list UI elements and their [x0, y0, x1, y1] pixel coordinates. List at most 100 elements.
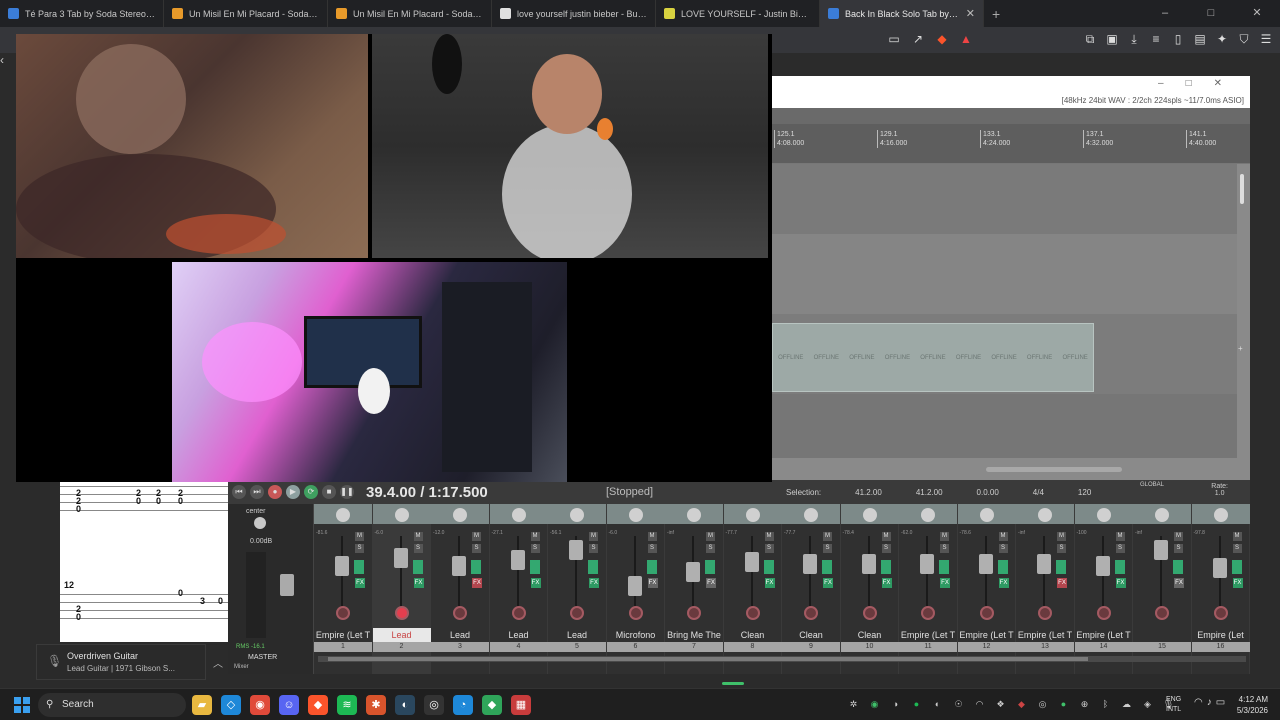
pan-knob[interactable]	[1155, 508, 1169, 522]
track-name[interactable]: Lead	[372, 628, 431, 642]
brave-icon[interactable]: ◆	[308, 695, 328, 715]
record-arm-button[interactable]	[1155, 606, 1169, 620]
master-pan-knob[interactable]	[254, 517, 266, 529]
mixer-scrollbar[interactable]	[318, 656, 1246, 662]
share-icon[interactable]: ↗	[910, 31, 926, 47]
browser-tab[interactable]: Back In Black Solo Tab by AC/DC ✕	[820, 0, 984, 27]
bpm[interactable]: 120	[1078, 488, 1091, 497]
channel-strip[interactable]: -62.0 M S FX Empire (Let T 11	[899, 504, 958, 674]
track-name[interactable]: Clean	[782, 628, 840, 642]
leo-icon[interactable]: ✦	[1214, 31, 1230, 47]
mute-button[interactable]: M	[355, 532, 364, 541]
mute-button[interactable]: M	[1232, 532, 1242, 541]
fx-button[interactable]: FX	[706, 578, 716, 588]
volume-fader[interactable]	[393, 548, 408, 568]
repeat-button[interactable]: ⟳	[304, 485, 318, 499]
windows-start-button[interactable]	[14, 697, 30, 713]
track-name[interactable]: Empire (Let	[1192, 628, 1250, 642]
channel-strip[interactable]: -6.0 M S FX Lead 2	[372, 504, 431, 674]
spotify-tray-icon[interactable]: ●	[909, 697, 924, 712]
mute-button[interactable]: M	[940, 532, 949, 541]
record-arm-button[interactable]	[570, 606, 584, 620]
volume-fader[interactable]	[569, 540, 583, 560]
mute-button[interactable]: M	[1115, 532, 1125, 541]
channel-strip[interactable]: -6.0 M S FX Microfono 6	[606, 504, 665, 674]
reader-icon[interactable]: ▭	[886, 31, 902, 47]
fx-button[interactable]: FX	[940, 578, 950, 588]
fx-button[interactable]: FX	[998, 578, 1009, 588]
mute-button[interactable]: M	[1057, 532, 1066, 541]
volume-fader[interactable]	[452, 556, 466, 576]
solo-button[interactable]: S	[1174, 544, 1183, 553]
whatsapp-icon[interactable]: ◉	[867, 697, 882, 712]
tray-app-icon[interactable]: ◆	[1014, 697, 1029, 712]
pause-button[interactable]: ❚❚	[340, 485, 354, 499]
steam-icon[interactable]: ◐	[395, 695, 415, 715]
tray-app-icon[interactable]: ⊕	[1077, 697, 1092, 712]
solo-button[interactable]: S	[647, 544, 657, 553]
app-icon[interactable]: ✱	[366, 695, 386, 715]
record-arm-button[interactable]	[336, 606, 350, 620]
cloud-icon[interactable]: ☁	[1119, 697, 1134, 712]
volume-fader[interactable]	[861, 554, 876, 574]
fx-button[interactable]: FX	[647, 578, 658, 588]
pan-knob[interactable]	[687, 508, 701, 522]
extensions-icon[interactable]: ⧉	[1082, 31, 1098, 47]
language-indicator[interactable]: ENG INTL	[1166, 695, 1181, 715]
tray-app-icon[interactable]: ◎	[1035, 697, 1050, 712]
volume-fader[interactable]	[1154, 540, 1168, 560]
minimize-button[interactable]: –	[1142, 0, 1188, 27]
tray-app-icon[interactable]: ❖	[993, 697, 1008, 712]
track-lane[interactable]	[772, 394, 1237, 458]
channel-strip[interactable]: -78.4 M S FX Clean 10	[840, 504, 899, 674]
volume-fader[interactable]	[1212, 558, 1227, 578]
brave-shield-icon[interactable]: ◆	[934, 31, 950, 47]
quick-settings[interactable]: ◠ ♪ ▭	[1194, 697, 1225, 708]
volume-fader[interactable]	[335, 556, 349, 576]
pan-knob[interactable]	[453, 508, 467, 522]
now-playing-notification[interactable]: 🎙 Overdriven Guitar Lead Guitar | 1971 G…	[36, 644, 223, 680]
obs-icon[interactable]: ◎	[424, 695, 444, 715]
volume-fader[interactable]	[978, 554, 993, 574]
fx-button[interactable]: FX	[881, 578, 892, 588]
tray-app-icon[interactable]: ●	[1056, 697, 1071, 712]
reaper-icon[interactable]: ▦	[511, 695, 531, 715]
solo-button[interactable]: S	[1115, 544, 1125, 553]
browser-tab[interactable]: Un Misil En Mi Placard - Soda Stereo	[328, 0, 492, 27]
offline-media-item[interactable]: OFFLINE OFFLINE OFFLINE OFFLINE OFFLINE OFFLI…	[772, 323, 1094, 392]
fx-button[interactable]: FX	[823, 578, 833, 588]
pan-knob[interactable]	[511, 508, 526, 522]
browser-tab[interactable]: LOVE YOURSELF - Justin Bieber - LET	[656, 0, 820, 27]
global-label[interactable]: GLOBAL	[1140, 482, 1164, 488]
taskbar-search[interactable]: ⚲ Search	[38, 693, 186, 717]
track-name[interactable]: Bring Me The	[665, 628, 723, 642]
spotify-icon[interactable]: ≋	[337, 695, 357, 715]
track-name[interactable]: Empire (Let T	[899, 628, 957, 642]
track-name[interactable]: Lead	[548, 628, 606, 642]
solo-button[interactable]: S	[764, 544, 774, 553]
pan-knob[interactable]	[336, 508, 350, 522]
track-name[interactable]: Empire (Let T	[1075, 628, 1133, 642]
menu-icon[interactable]: ☰	[1258, 31, 1274, 47]
track-name[interactable]: Empire (Let T	[314, 628, 372, 642]
daw-window-controls[interactable]: –□✕	[1158, 78, 1244, 89]
screenshot-icon[interactable]: ▣	[1104, 31, 1120, 47]
volume-fader[interactable]	[1037, 554, 1051, 574]
channel-strip[interactable]: -77.7 M S FX Clean 9	[782, 504, 841, 674]
volume-fader[interactable]	[1095, 556, 1110, 576]
record-arm-button[interactable]	[453, 606, 467, 620]
discord-icon[interactable]: ☺	[279, 695, 299, 715]
volume-fader[interactable]	[920, 554, 934, 574]
fx-button[interactable]: FX	[1057, 578, 1067, 588]
track-name[interactable]: Clean	[724, 628, 782, 642]
pan-knob[interactable]	[862, 508, 877, 522]
record-arm-button[interactable]	[687, 606, 701, 620]
fx-button[interactable]: FX	[413, 578, 424, 588]
timeline-ruler[interactable]: 125.1 4:08.000 129.1 4:16.000 133.1 4:24.000 1…	[772, 124, 1250, 164]
volume-fader[interactable]	[803, 554, 817, 574]
fx-button[interactable]: FX	[530, 578, 541, 588]
browser-tab[interactable]: Un Misil En Mi Placard - Soda Stereo	[164, 0, 328, 27]
solo-button[interactable]: S	[530, 544, 540, 553]
channel-strip[interactable]: -81.6 M S FX Empire (Let T1	[314, 504, 373, 674]
channel-strip[interactable]: -27.1 M S FX Lead 4	[489, 504, 548, 674]
